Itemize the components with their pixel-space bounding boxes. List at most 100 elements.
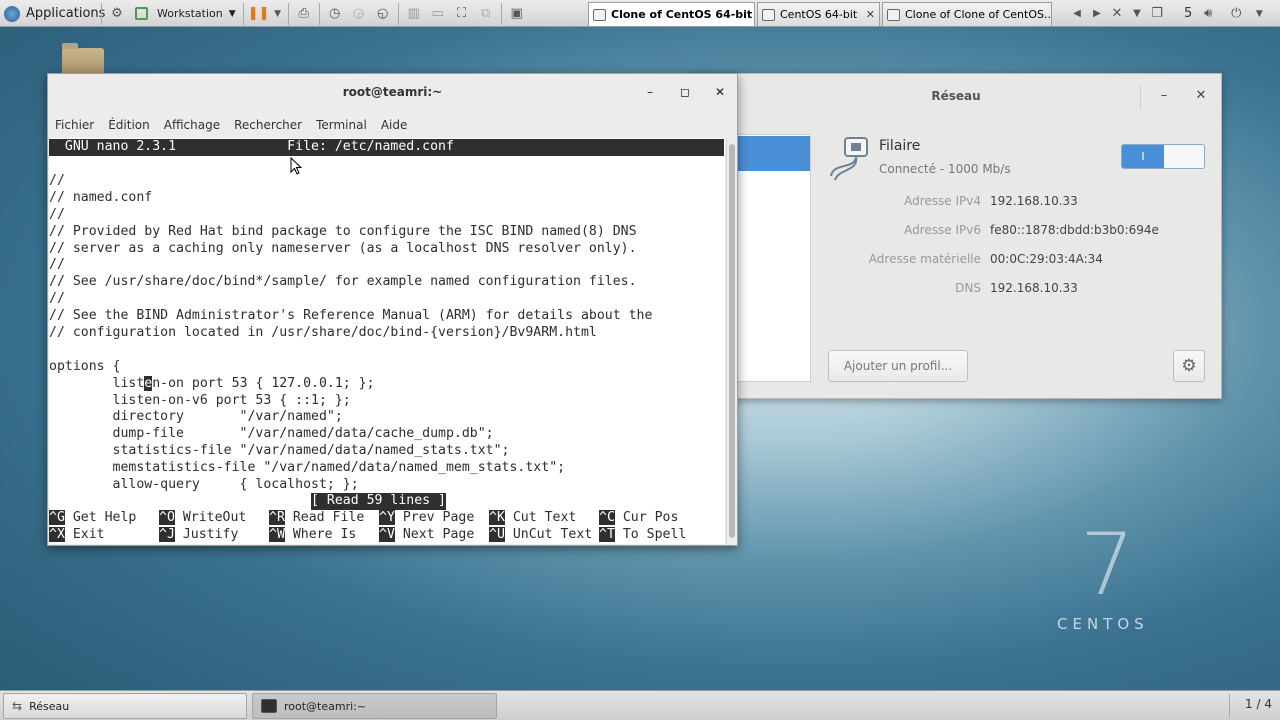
device-list-item-selected[interactable] [737, 136, 810, 171]
centos-watermark: CENTOS [1057, 615, 1149, 633]
toolbar-separator [318, 2, 320, 25]
file-line: directory "/var/named"; [49, 409, 343, 425]
ipv6-value: fe80::1878:dbdd:b3b0:694e [990, 223, 1159, 237]
shortcut-key: ^V [379, 526, 395, 542]
tab-close-all-icon[interactable]: ✕ [1108, 3, 1126, 25]
close-icon[interactable]: ✕ [1191, 86, 1211, 106]
system-menu-icon[interactable]: ▼ [1252, 3, 1266, 25]
manage-snapshots-icon[interactable]: ◵ [371, 3, 395, 25]
shortcut-label: Exit [64, 526, 105, 542]
window-title: root@teamri:~ [342, 85, 443, 99]
menu-edition[interactable]: Édition [101, 112, 157, 138]
file-line [49, 342, 652, 359]
file-line: // server as a caching only nameserver (… [49, 240, 637, 256]
shortcut-item: ^K Cut Text [489, 510, 599, 527]
pause-icon[interactable]: ❚❚ [247, 3, 271, 25]
scrollbar-thumb[interactable] [729, 144, 735, 538]
close-icon[interactable]: ✕ [866, 8, 875, 21]
gear-icon[interactable]: ⚙ [105, 3, 129, 25]
shortcut-row: ^G Get Help ^O WriteOut ^R Read File ^Y Pre… [49, 510, 709, 527]
file-line: // configuration located in /usr/share/d… [49, 325, 597, 341]
tab-label: CentOS 64-bit [780, 8, 858, 21]
tab-centos[interactable]: CentOS 64-bit ✕ [757, 2, 880, 26]
vm-tab-icon [887, 8, 900, 21]
shortcut-label: Where Is [284, 526, 357, 542]
unity-icon[interactable]: ⧉ [474, 3, 498, 25]
tab-clone-of-centos[interactable]: Clone of CentOS 64-bit ✕ [588, 2, 755, 26]
revert-icon[interactable]: ◶ [347, 3, 371, 25]
toolbar-separator [500, 2, 502, 25]
vm-icon[interactable] [129, 3, 153, 25]
shortcut-key: ^U [489, 526, 505, 542]
ipv4-value: 192.168.10.33 [990, 194, 1078, 208]
dns-label: DNS [955, 281, 981, 295]
menu-affichage[interactable]: Affichage [157, 112, 227, 138]
workspace-pager[interactable]: 1 / 4 [1245, 697, 1272, 711]
menu-rechercher[interactable]: Rechercher [227, 112, 309, 138]
home-icon[interactable]: ▣ [505, 3, 529, 25]
file-line: // See the BIND Administrator's Referenc… [49, 308, 653, 324]
shortcut-label: Cur Pos [614, 510, 679, 525]
taskbar-item-reseau[interactable]: ⇆ Réseau [3, 693, 247, 719]
minimize-icon[interactable]: – [1154, 86, 1174, 106]
folder-icon[interactable] [62, 43, 104, 76]
close-icon[interactable]: ✕ [710, 82, 730, 102]
terminal-scrollbar[interactable] [726, 138, 737, 544]
centos-version-watermark: 7 [1080, 515, 1135, 615]
nano-header: GNU nano 2.3.1 File: /etc/named.conf [49, 139, 724, 156]
shortcut-item: ^V Next Page [379, 526, 489, 544]
shortcut-item: ^T To Spell [599, 526, 709, 544]
maximize-icon[interactable]: ◻ [675, 82, 695, 102]
tab-clone-of-clone[interactable]: Clone of Clone of CentOS... ✕ [882, 2, 1052, 26]
shortcut-key: ^C [599, 510, 615, 525]
menu-terminal[interactable]: Terminal [309, 112, 374, 138]
file-line: // [49, 257, 65, 273]
nano-shortcut-bar: ^G Get Help ^O WriteOut ^R Read File ^Y Pre… [49, 510, 709, 544]
window-restore-icon[interactable]: ❐ [1148, 3, 1166, 25]
pager-separator [1229, 694, 1230, 718]
fullscreen-icon[interactable]: ⛶ [450, 3, 474, 25]
send-keys-icon[interactable]: ⎙ [292, 3, 316, 25]
console-icon[interactable]: ▭ [426, 3, 450, 25]
file-line: // [49, 291, 65, 307]
add-profile-button[interactable]: Ajouter un profil... [828, 350, 968, 382]
shortcut-item: ^U UnCut Text [489, 526, 599, 544]
connection-status: Connecté - 1000 Mb/s [879, 162, 1011, 176]
sidebar-icon[interactable]: ▥ [402, 3, 426, 25]
terminal-window: root@teamri:~ – ◻ ✕ Fichier Édition Affi… [47, 73, 738, 546]
workstation-menu[interactable]: Workstation ▼ [153, 3, 240, 25]
taskbar-item-label: Réseau [29, 699, 70, 713]
toolbar-separator [397, 2, 399, 25]
applications-menu[interactable]: Applications [4, 0, 105, 27]
network-icon: ⇆ [12, 699, 23, 713]
network-settings-window: Réseau – ✕ Filaire Connecté - 1000 Mb/s … [690, 73, 1222, 399]
terminal-content[interactable]: GNU nano 2.3.1 File: /etc/named.conf ///… [49, 138, 725, 544]
menu-fichier[interactable]: Fichier [48, 112, 101, 138]
menu-aide[interactable]: Aide [374, 112, 415, 138]
snapshot-icon[interactable]: ◷ [323, 3, 347, 25]
connection-toggle[interactable]: I [1121, 144, 1205, 169]
vm-tab-icon [593, 8, 606, 21]
file-line: statistics-file "/var/named/data/named_s… [49, 443, 510, 459]
file-line: // See /usr/share/doc/bind*/sample/ for … [49, 274, 637, 290]
minimize-icon[interactable]: – [640, 82, 660, 102]
workstation-label: Workstation [157, 7, 223, 20]
shortcut-label: Next Page [394, 526, 475, 542]
power-icon[interactable]: ⏻ [1224, 3, 1248, 25]
file-line: // Provided by Red Hat bind package to c… [49, 223, 637, 239]
shortcut-key: ^T [599, 526, 615, 542]
shortcut-label: Prev Page [394, 510, 475, 525]
taskbar-item-terminal[interactable]: root@teamri:~ [252, 693, 497, 719]
tab-scroll-left-icon[interactable]: ◀ [1068, 3, 1086, 25]
tab-scroll-right-icon[interactable]: ▶ [1088, 3, 1106, 25]
mac-value: 00:0C:29:03:4A:34 [990, 252, 1103, 266]
volume-icon[interactable]: 🔊︎ [1196, 3, 1220, 25]
file-line: listen-on port 53 { 127.0.0.1; }; [49, 375, 375, 391]
tab-label: Clone of Clone of CentOS... [905, 8, 1052, 21]
toolbar-separator [242, 2, 244, 25]
toolbar-separator [101, 2, 102, 25]
pause-dropdown-icon[interactable]: ▼ [271, 3, 285, 25]
gear-icon[interactable]: ⚙ [1173, 350, 1205, 382]
tray-number: 5 [1184, 6, 1193, 21]
tab-list-icon[interactable]: ▼ [1128, 3, 1146, 25]
